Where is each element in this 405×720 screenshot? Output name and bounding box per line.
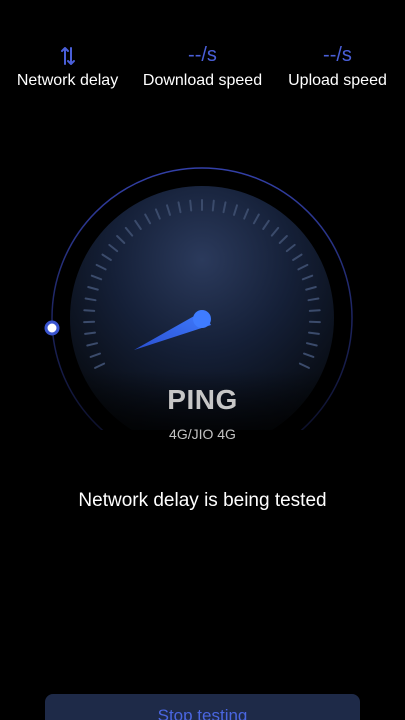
stat-network-delay: Network delay bbox=[0, 40, 135, 90]
network-type-label: 4G/JIO 4G bbox=[169, 426, 236, 442]
sort-arrows-icon bbox=[0, 40, 135, 70]
gauge-tick bbox=[83, 309, 96, 312]
test-status-text: Network delay is being tested bbox=[78, 490, 327, 511]
gauge-needle-hub bbox=[193, 310, 211, 328]
gauge-tick bbox=[211, 199, 215, 212]
gauge-tick bbox=[308, 331, 320, 335]
gauge-tick bbox=[189, 199, 193, 212]
upload-speed-value: --/s bbox=[323, 44, 352, 66]
upload-speed-label: Upload speed bbox=[288, 72, 387, 89]
stats-row: Network delay --/s Download speed --/s U… bbox=[0, 40, 405, 100]
gauge-ping-label: PING bbox=[167, 384, 238, 415]
stop-testing-button[interactable]: Stop testing bbox=[45, 694, 360, 720]
gauge-tick bbox=[308, 309, 321, 312]
gauge-tick bbox=[84, 331, 96, 335]
network-delay-label: Network delay bbox=[16, 72, 119, 89]
stat-upload-speed: --/s Upload speed bbox=[270, 40, 405, 90]
speed-test-screen: Network delay --/s Download speed --/s U… bbox=[0, 0, 405, 720]
download-speed-label: Download speed bbox=[142, 72, 263, 89]
stat-download-speed: --/s Download speed bbox=[135, 40, 270, 90]
download-speed-value: --/s bbox=[188, 44, 217, 66]
gauge-progress-knob bbox=[44, 320, 60, 336]
